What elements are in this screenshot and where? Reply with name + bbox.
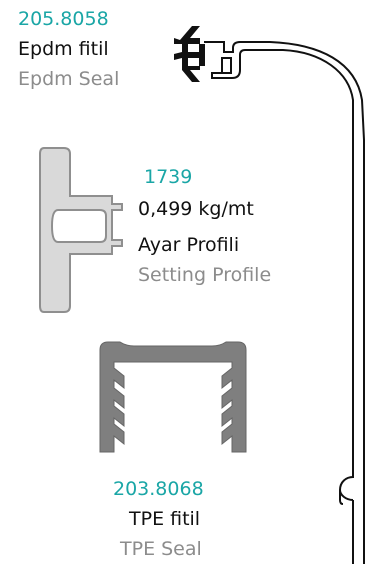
epdm-seal-icon bbox=[174, 26, 205, 82]
epdm-seal-code: 205.8058 bbox=[18, 8, 109, 30]
frame-hook bbox=[338, 470, 354, 505]
tpe-seal-code: 203.8068 bbox=[113, 478, 204, 500]
tpe-seal-name-tr: TPE fitil bbox=[129, 508, 201, 530]
tpe-seal-name-en: TPE Seal bbox=[120, 538, 202, 560]
epdm-seal-name-en: Epdm Seal bbox=[18, 68, 120, 90]
setting-profile-icon bbox=[39, 147, 123, 313]
setting-profile-weight: 0,499 kg/mt bbox=[138, 198, 254, 220]
tpe-seal-icon bbox=[99, 341, 247, 453]
setting-profile-name-tr: Ayar Profili bbox=[138, 234, 240, 256]
setting-profile-code: 1739 bbox=[144, 166, 193, 188]
epdm-seal-name-tr: Epdm fitil bbox=[18, 38, 109, 60]
setting-profile-name-en: Setting Profile bbox=[138, 264, 272, 286]
